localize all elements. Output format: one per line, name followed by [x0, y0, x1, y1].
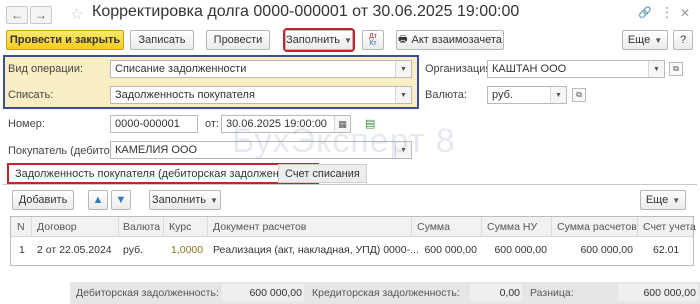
operation-select[interactable]: Списание задолженности ▼ — [110, 60, 412, 78]
operation-label: Вид операции: — [8, 63, 84, 75]
writeoff-label: Списать: — [8, 89, 54, 101]
fill-button-label: Заполнить — [286, 34, 341, 46]
buyer-value: КАМЕЛИЯ ООО — [115, 144, 198, 156]
credit-label: Кредиторская задолженность: — [312, 287, 460, 299]
arrow-right-icon: → — [35, 8, 47, 22]
move-up-button[interactable]: ▲ — [88, 190, 108, 210]
chevron-down-icon: ▼ — [344, 35, 352, 45]
page-title: Корректировка долга 0000-000001 от 30.06… — [92, 3, 520, 20]
chevron-down-icon[interactable]: ▼ — [648, 61, 664, 77]
post-and-close-button[interactable]: Провести и закрыть — [6, 30, 124, 50]
chevron-down-icon: ▼ — [654, 35, 663, 45]
tab-writeoff-account[interactable]: Счет списания — [278, 164, 367, 183]
credit-value: 0,00 — [499, 287, 520, 299]
chevron-down-icon: ▼ — [210, 195, 218, 205]
cell-amount: 600 000,00 — [424, 244, 477, 256]
kt-label: Кт — [369, 40, 377, 47]
arrow-up-icon: ▲ — [92, 194, 104, 206]
settlement-act-label: Акт взаимозачета — [411, 34, 502, 46]
dt-kt-button[interactable]: Дт Кт — [362, 30, 384, 50]
add-button[interactable]: Добавить — [12, 190, 74, 210]
post-button[interactable]: Провести — [206, 30, 270, 50]
cell-currency: руб. — [123, 244, 144, 256]
column-header[interactable]: N — [17, 221, 25, 233]
writeoff-value: Задолженность покупателя — [115, 89, 255, 101]
chevron-down-icon[interactable]: ▼ — [395, 87, 411, 103]
chevron-down-icon[interactable]: ▼ — [395, 61, 411, 77]
diff-label: Разница: — [530, 287, 574, 299]
debit-label: Дебиторская задолженность: — [76, 287, 219, 299]
more-label: Еще — [627, 34, 651, 46]
more-vertical-icon[interactable]: ⋮ — [660, 4, 674, 21]
back-button[interactable]: ← — [6, 6, 28, 24]
fill-button[interactable]: Заполнить ▼ — [285, 30, 353, 50]
column-header[interactable]: Документ расчетов — [213, 221, 306, 233]
settlement-act-button[interactable]: 🖶 Акт взаимозачета — [396, 30, 504, 50]
org-value: КАШТАН ООО — [492, 63, 567, 75]
diff-value: 600 000,00 — [643, 287, 696, 299]
writeoff-select[interactable]: Задолженность покупателя ▼ — [110, 86, 412, 104]
star-icon[interactable]: ☆ — [70, 5, 83, 23]
open-icon[interactable]: ⧉ — [669, 62, 683, 76]
org-label: Организация: — [425, 63, 495, 75]
column-header[interactable]: Счет учета — [643, 221, 696, 233]
column-header[interactable]: Сумма — [417, 221, 450, 233]
link-icon[interactable]: 🔗 — [638, 6, 652, 19]
table-more-button[interactable]: Еще ▼ — [640, 190, 686, 210]
table-more-label: Еще — [645, 194, 669, 206]
column-header[interactable]: Валюта — [123, 221, 160, 233]
chevron-down-icon: ▼ — [672, 195, 681, 205]
tab-receivables[interactable]: Задолженность покупателя (дебиторская за… — [8, 164, 318, 183]
dt-label: Дт — [369, 33, 377, 40]
help-button[interactable]: ? — [673, 30, 693, 50]
save-button[interactable]: Записать — [130, 30, 194, 50]
table-fill-label: Заполнить — [152, 194, 207, 206]
cell-amount-nu: 600 000,00 — [494, 244, 547, 256]
debit-value: 600 000,00 — [249, 287, 302, 299]
cell-rate: 1,0000 — [171, 244, 204, 256]
data-table: N Договор Валюта Курс Документ расчетов … — [10, 216, 696, 266]
table-fill-button[interactable]: Заполнить ▼ — [149, 190, 221, 210]
currency-select[interactable]: руб. ▼ — [487, 86, 567, 104]
cell-contract: 2 от 22.05.2024 — [37, 244, 112, 256]
close-icon[interactable]: ✕ — [680, 6, 690, 20]
chevron-down-icon[interactable]: ▼ — [550, 87, 566, 103]
cell-account: 62.01 — [653, 244, 680, 256]
column-header[interactable]: Курс — [169, 221, 191, 233]
cell-n: 1 — [19, 244, 25, 256]
cell-amount-settle: 600 000,00 — [580, 244, 633, 256]
column-header[interactable]: Сумма НУ — [487, 221, 537, 233]
cell-document: Реализация (акт, накладная, УПД) 0000-..… — [213, 244, 419, 256]
printer-icon: 🖶 — [398, 33, 408, 45]
more-button[interactable]: Еще ▼ — [622, 30, 668, 50]
watermark: БухЭксперт 8 — [232, 122, 456, 160]
date-label: от: — [205, 118, 219, 130]
tab-divider — [3, 184, 697, 185]
buyer-label: Покупатель (дебитор): — [8, 145, 123, 157]
open-icon[interactable]: ⧉ — [572, 88, 586, 102]
forward-button[interactable]: → — [30, 6, 52, 24]
column-header[interactable]: Сумма расчетов — [557, 221, 637, 233]
org-select[interactable]: КАШТАН ООО ▼ — [487, 60, 665, 78]
column-header[interactable]: Договор — [37, 221, 77, 233]
arrow-left-icon: ← — [11, 8, 23, 22]
table-header: N Договор Валюта Курс Документ расчетов … — [11, 217, 696, 237]
totals-bar: Дебиторская задолженность: 600 000,00 Кр… — [70, 282, 700, 304]
move-down-button[interactable]: ▼ — [111, 190, 131, 210]
arrow-down-icon: ▼ — [115, 194, 127, 206]
number-field[interactable]: 0000-000001 — [110, 115, 198, 133]
currency-value: руб. — [492, 89, 513, 101]
operation-value: Списание задолженности — [115, 63, 247, 75]
currency-label: Валюта: — [425, 89, 467, 101]
number-label: Номер: — [8, 118, 45, 130]
